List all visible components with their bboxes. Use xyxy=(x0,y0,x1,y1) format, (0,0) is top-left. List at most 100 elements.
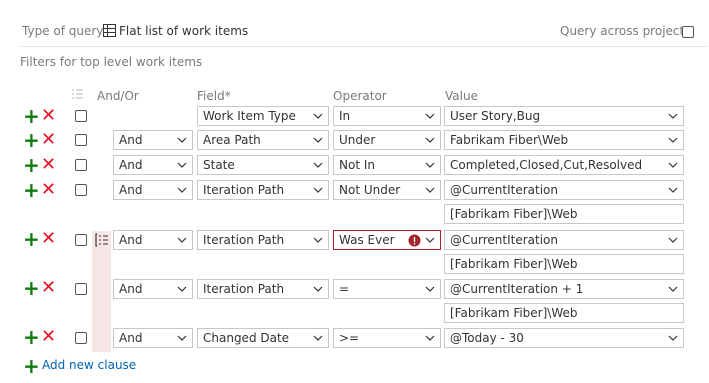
value-select[interactable]: @Today - 30 xyxy=(444,328,684,348)
query-across-projects-label: Query across projects xyxy=(560,24,691,38)
value-text: @Today - 30 xyxy=(450,331,524,345)
remove-clause-icon[interactable]: ✕ xyxy=(41,131,56,149)
andor-value: And xyxy=(119,331,143,345)
group-clauses-icon[interactable] xyxy=(71,88,84,101)
add-clause-icon[interactable]: + xyxy=(23,155,40,175)
chevron-down-icon xyxy=(668,187,678,193)
value-text: User Story,Bug xyxy=(450,109,541,123)
chevron-down-icon xyxy=(177,187,187,193)
row-checkbox[interactable] xyxy=(75,234,87,246)
value-select[interactable]: User Story,Bug xyxy=(444,106,684,126)
operator-value: Was Ever xyxy=(339,233,395,247)
andor-select[interactable]: And xyxy=(113,279,193,299)
chevron-down-icon xyxy=(668,162,678,168)
remove-clause-icon[interactable]: ✕ xyxy=(41,156,56,174)
chevron-down-icon xyxy=(668,335,678,341)
field-value: Area Path xyxy=(203,133,261,147)
add-clause-icon[interactable]: + xyxy=(23,356,40,376)
chevron-down-icon xyxy=(425,187,435,193)
add-clause-icon[interactable]: + xyxy=(23,278,40,298)
chevron-down-icon xyxy=(313,162,323,168)
value-text: @CurrentIteration xyxy=(450,183,558,197)
row-checkbox[interactable] xyxy=(75,110,87,122)
add-clause-icon[interactable]: + xyxy=(23,106,40,126)
remove-clause-icon[interactable]: ✕ xyxy=(41,107,56,125)
value-select[interactable]: @CurrentIteration xyxy=(444,180,684,200)
divider xyxy=(20,46,708,47)
chevron-down-icon xyxy=(313,113,323,119)
add-clause-icon[interactable]: + xyxy=(23,229,40,249)
row-checkbox[interactable] xyxy=(75,134,87,146)
chevron-down-icon xyxy=(425,335,435,341)
value-select[interactable]: @CurrentIteration + 1 xyxy=(444,279,684,299)
operator-select[interactable]: Not Under xyxy=(333,180,441,200)
field-select[interactable]: Iteration Path xyxy=(197,279,329,299)
operator-select[interactable]: Under xyxy=(333,130,441,150)
andor-value: And xyxy=(119,233,143,247)
value-select[interactable]: Fabrikam Fiber\Web xyxy=(444,130,684,150)
andor-select[interactable]: And xyxy=(113,155,193,175)
operator-select[interactable]: In xyxy=(333,106,441,126)
chevron-down-icon xyxy=(425,137,435,143)
chevron-down-icon xyxy=(668,237,678,243)
group-bracket xyxy=(92,231,111,352)
chevron-down-icon xyxy=(177,286,187,292)
value-text: @CurrentIteration + 1 xyxy=(450,282,584,296)
add-clause-icon[interactable]: + xyxy=(23,180,40,200)
value-text: @CurrentIteration xyxy=(450,233,558,247)
row-checkbox[interactable] xyxy=(75,159,87,171)
table-grid-icon xyxy=(103,24,116,37)
field-select[interactable]: Iteration Path xyxy=(197,180,329,200)
field-value: Iteration Path xyxy=(203,183,285,197)
value-select[interactable]: Completed,Closed,Cut,Resolved xyxy=(444,155,684,175)
team-project-input[interactable]: [Fabrikam Fiber]\Web xyxy=(444,204,684,224)
operator-select[interactable]: Was Ever xyxy=(333,230,441,250)
andor-value: And xyxy=(119,133,143,147)
remove-clause-icon[interactable]: ✕ xyxy=(41,230,56,248)
andor-select[interactable]: And xyxy=(113,328,193,348)
chevron-down-icon xyxy=(668,286,678,292)
chevron-down-icon xyxy=(313,286,323,292)
chevron-down-icon xyxy=(425,286,435,292)
remove-clause-icon[interactable]: ✕ xyxy=(41,279,56,297)
andor-value: And xyxy=(119,158,143,172)
operator-select[interactable]: >= xyxy=(333,328,441,348)
operator-select[interactable]: = xyxy=(333,279,441,299)
query-across-projects-checkbox[interactable] xyxy=(682,26,694,38)
field-value: Iteration Path xyxy=(203,282,285,296)
error-icon xyxy=(408,234,421,247)
value-select[interactable]: @CurrentIteration xyxy=(444,230,684,250)
row-checkbox[interactable] xyxy=(75,283,87,295)
chevron-down-icon xyxy=(425,162,435,168)
andor-value: And xyxy=(119,282,143,296)
team-project-input[interactable]: [Fabrikam Fiber]\Web xyxy=(444,254,684,274)
add-new-clause-link[interactable]: Add new clause xyxy=(42,358,136,372)
chevron-down-icon xyxy=(177,137,187,143)
add-clause-icon[interactable]: + xyxy=(23,130,40,150)
chevron-down-icon xyxy=(177,335,187,341)
operator-header: Operator xyxy=(333,89,387,103)
operator-select[interactable]: Not In xyxy=(333,155,441,175)
andor-select[interactable]: And xyxy=(113,180,193,200)
andor-select[interactable]: And xyxy=(113,130,193,150)
remove-clause-icon[interactable]: ✕ xyxy=(41,181,56,199)
row-checkbox[interactable] xyxy=(75,332,87,344)
add-clause-icon[interactable]: + xyxy=(23,327,40,347)
query-type-select[interactable]: Flat list of work items xyxy=(119,24,248,38)
team-project-input[interactable]: [Fabrikam Fiber]\Web xyxy=(444,303,684,323)
field-select[interactable]: Area Path xyxy=(197,130,329,150)
andor-select[interactable]: And xyxy=(113,230,193,250)
row-checkbox[interactable] xyxy=(75,184,87,196)
chevron-down-icon xyxy=(425,237,435,243)
field-select[interactable]: Iteration Path xyxy=(197,230,329,250)
remove-clause-icon[interactable]: ✕ xyxy=(41,328,56,346)
chevron-down-icon xyxy=(668,113,678,119)
field-select[interactable]: State xyxy=(197,155,329,175)
operator-value: In xyxy=(339,109,351,123)
chevron-down-icon xyxy=(313,237,323,243)
operator-value: Under xyxy=(339,133,376,147)
ungroup-clauses-icon[interactable] xyxy=(95,233,109,247)
field-value: Work Item Type xyxy=(203,109,296,123)
field-select[interactable]: Changed Date xyxy=(197,328,329,348)
field-select[interactable]: Work Item Type xyxy=(197,106,329,126)
